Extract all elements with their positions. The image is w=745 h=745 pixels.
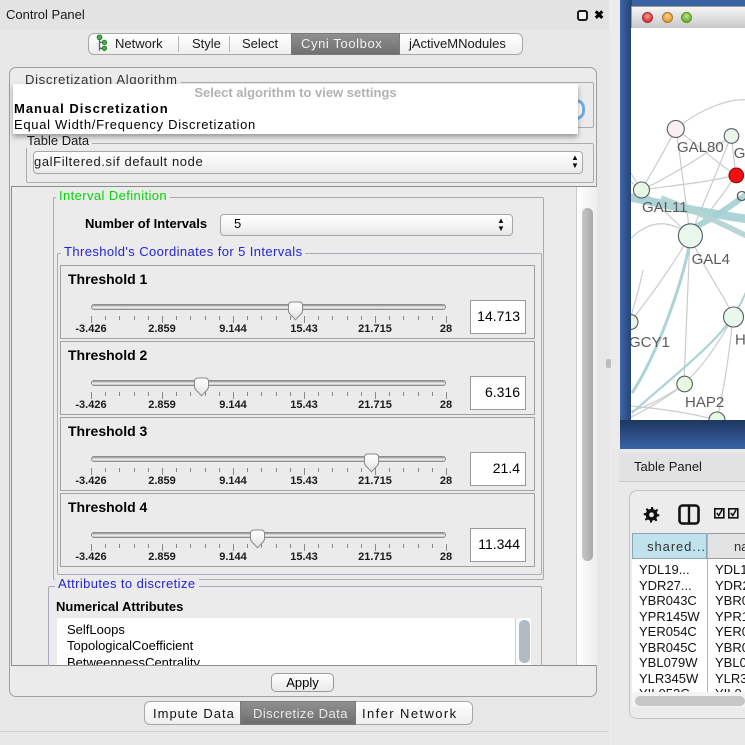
svg-text:GAL11: GAL11: [642, 199, 688, 216]
svg-text:GCY1: GCY1: [631, 334, 670, 351]
svg-text:H: H: [735, 332, 745, 349]
svg-text:HAP2: HAP2: [685, 394, 724, 411]
svg-text:GAL80: GAL80: [677, 139, 724, 156]
svg-text:GAL4: GAL4: [692, 251, 730, 268]
svg-text:C: C: [736, 188, 745, 205]
svg-text:GA: GA: [734, 145, 745, 162]
